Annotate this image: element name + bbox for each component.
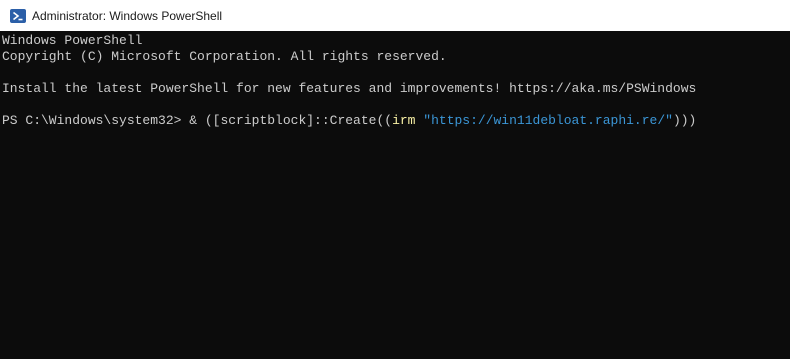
console-line-banner: Windows PowerShell	[2, 33, 143, 48]
command-irm: irm	[392, 113, 416, 128]
powershell-icon	[10, 8, 26, 24]
powershell-window: Administrator: Windows PowerShell Window…	[0, 0, 790, 359]
window-title: Administrator: Windows PowerShell	[32, 8, 223, 23]
command-prefix: & ([scriptblock]::Create((	[189, 113, 393, 128]
command-prompt-line[interactable]: PS C:\Windows\system32> & ([scriptblock]…	[2, 113, 790, 129]
command-url-string: "https://win11debloat.raphi.re/"	[423, 113, 673, 128]
prompt-path: PS C:\Windows\system32>	[2, 113, 190, 128]
title-bar[interactable]: Administrator: Windows PowerShell	[0, 0, 790, 31]
console-output[interactable]: Windows PowerShell Copyright (C) Microso…	[0, 31, 790, 359]
command-suffix: )))	[672, 113, 697, 128]
console-line-copyright: Copyright (C) Microsoft Corporation. All…	[2, 49, 447, 64]
console-line-install-notice: Install the latest PowerShell for new fe…	[2, 81, 697, 96]
